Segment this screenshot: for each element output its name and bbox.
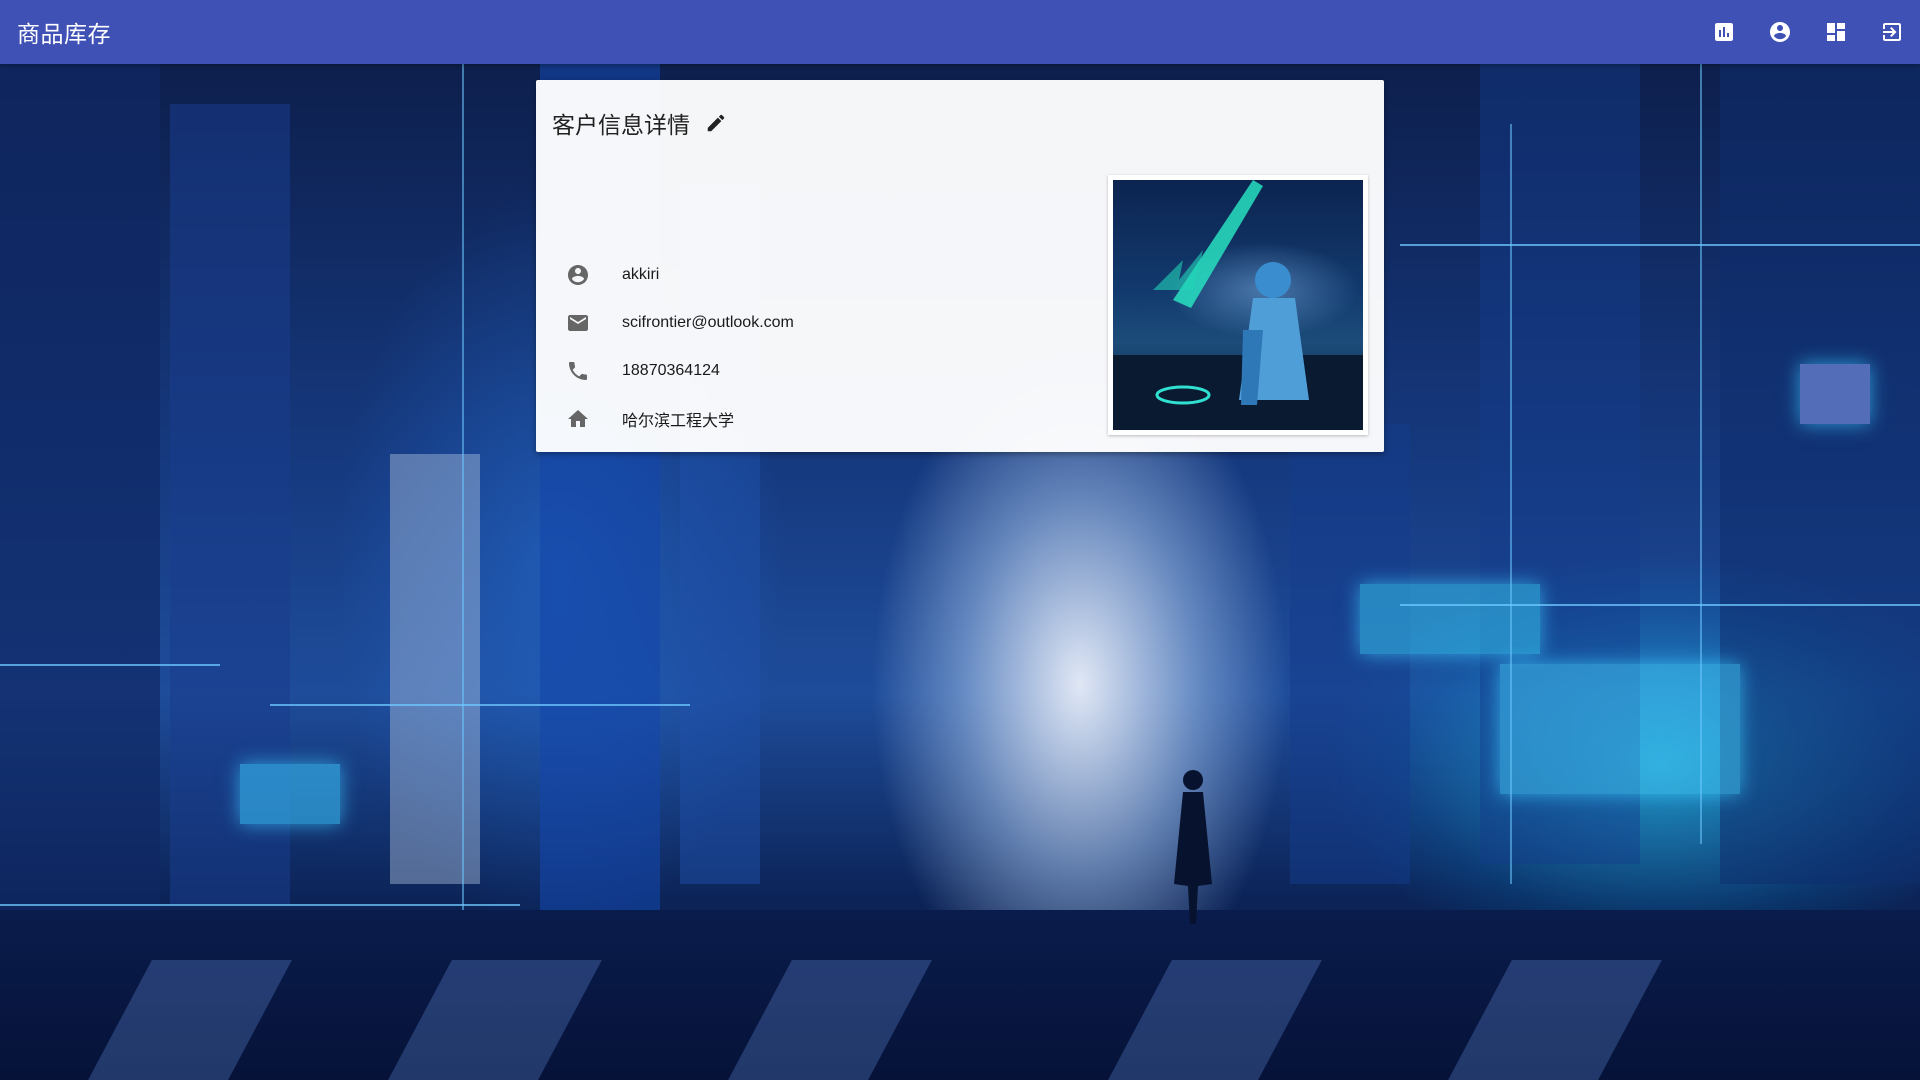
avatar-illustration xyxy=(1113,180,1363,430)
customer-avatar-frame xyxy=(1108,175,1368,435)
dashboard-button[interactable] xyxy=(1808,4,1864,60)
customer-avatar xyxy=(1113,180,1363,430)
analytics-button[interactable] xyxy=(1696,4,1752,60)
mail-icon xyxy=(568,315,588,331)
info-row-email: scifrontier@outlook.com xyxy=(566,308,1126,338)
customer-address: 哈尔滨工程大学 xyxy=(622,413,735,430)
phone-icon xyxy=(569,362,587,380)
info-row-address: 哈尔滨工程大学 xyxy=(566,404,1126,434)
account-circle-icon xyxy=(1770,22,1790,42)
toolbar-actions xyxy=(1696,0,1920,64)
bar-chart-icon xyxy=(1715,23,1733,41)
account-button[interactable] xyxy=(1752,4,1808,60)
logout-icon xyxy=(1883,23,1901,41)
customer-phone: 18870364124 xyxy=(622,362,720,379)
info-row-name: akkiri xyxy=(566,260,1126,290)
silhouette-figure xyxy=(1174,770,1212,924)
pencil-icon xyxy=(707,114,725,132)
home-icon xyxy=(568,410,588,427)
card-title: 客户信息详情 xyxy=(552,113,690,139)
info-row-phone: 18870364124 xyxy=(566,356,1126,386)
app-title: 商品库存 xyxy=(17,21,111,47)
customer-name: akkiri xyxy=(622,266,660,283)
dashboard-icon xyxy=(1827,23,1845,41)
app-root: 商品库存 客户信息详情 akkiri scifrontier@outlook.c… xyxy=(0,0,1920,1080)
customer-detail-card: 客户信息详情 akkiri scifrontier@outlook.com 18… xyxy=(536,80,1384,452)
customer-email: scifrontier@outlook.com xyxy=(622,314,794,331)
card-header: 客户信息详情 xyxy=(552,106,730,140)
account-circle-icon xyxy=(568,265,588,285)
edit-button[interactable] xyxy=(702,109,730,137)
logout-button[interactable] xyxy=(1864,4,1920,60)
top-app-bar: 商品库存 xyxy=(0,0,1920,64)
